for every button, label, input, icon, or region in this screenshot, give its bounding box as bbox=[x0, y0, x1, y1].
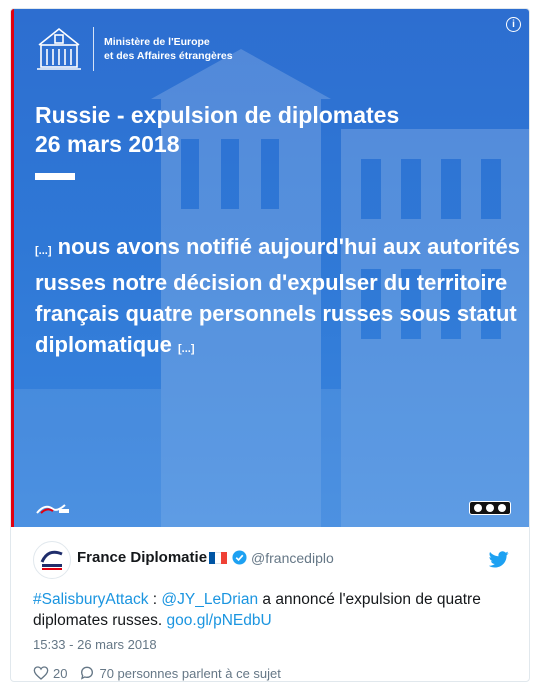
verified-badge-icon bbox=[232, 550, 247, 565]
author-name[interactable]: France Diplomatie bbox=[77, 549, 207, 566]
speech-bubble-icon bbox=[81, 666, 94, 680]
quote-text: nous avons notifié aujourd'hui aux autor… bbox=[35, 234, 521, 357]
quote-ellipsis-end: [...] bbox=[178, 343, 195, 355]
media-title-line1: Russie - expulsion de diplomates bbox=[35, 102, 400, 128]
reply-action[interactable]: 70 personnes parlent à ce sujet bbox=[79, 665, 281, 681]
url-link[interactable]: goo.gl/pNEdbU bbox=[167, 612, 272, 629]
tweet-actions: 20 70 personnes parlent à ce sujet bbox=[33, 665, 293, 681]
tweet-text: #SalisburyAttack : @JY_LeDrian a annoncé… bbox=[33, 589, 513, 631]
media-quote: [...] nous avons notifié aujourd'hui aux… bbox=[35, 231, 521, 365]
ministry-name-line1: Ministère de l'Europe bbox=[104, 36, 210, 48]
hashtag-link[interactable]: #SalisburyAttack bbox=[33, 591, 148, 608]
twitter-bird-icon[interactable] bbox=[489, 551, 509, 568]
heart-icon bbox=[33, 666, 49, 680]
info-icon[interactable]: i bbox=[506, 17, 521, 32]
red-stripe bbox=[11, 9, 14, 527]
like-count: 20 bbox=[53, 665, 68, 681]
ministry-building-icon bbox=[37, 27, 81, 70]
like-action[interactable]: 20 bbox=[33, 665, 67, 681]
author-row: France Diplomatie @francediplo bbox=[77, 549, 334, 566]
tweet-separator: : bbox=[148, 591, 162, 608]
embedded-tweet-card: Ministère de l'Europe et des Affaires ét… bbox=[10, 8, 530, 682]
tweet-media-image[interactable]: Ministère de l'Europe et des Affaires ét… bbox=[11, 9, 529, 527]
republique-francaise-logo-icon bbox=[36, 504, 69, 514]
france-flag-icon bbox=[209, 551, 228, 564]
media-title: Russie - expulsion de diplomates 26 mars… bbox=[35, 101, 505, 159]
replies-text: 70 personnes parlent à ce sujet bbox=[99, 665, 281, 681]
creative-commons-icon bbox=[469, 501, 511, 515]
ministry-name-line2: et des Affaires étrangères bbox=[104, 50, 233, 62]
france-diplomatie-logo-icon bbox=[40, 550, 63, 570]
media-title-line2: 26 mars 2018 bbox=[35, 131, 180, 157]
ministry-logo: Ministère de l'Europe et des Affaires ét… bbox=[33, 23, 233, 75]
title-underline-bar bbox=[35, 173, 75, 180]
author-handle[interactable]: @francediplo bbox=[251, 550, 334, 566]
logo-separator bbox=[93, 27, 94, 71]
ministry-name: Ministère de l'Europe et des Affaires ét… bbox=[104, 35, 233, 63]
tweet-timestamp[interactable]: 15:33 - 26 mars 2018 bbox=[33, 637, 157, 652]
avatar[interactable] bbox=[33, 541, 71, 579]
mention-link[interactable]: @JY_LeDrian bbox=[161, 591, 258, 608]
tweet-body: France Diplomatie @francediplo #Salisbur… bbox=[11, 527, 529, 681]
quote-ellipsis-start: [...] bbox=[35, 245, 52, 257]
